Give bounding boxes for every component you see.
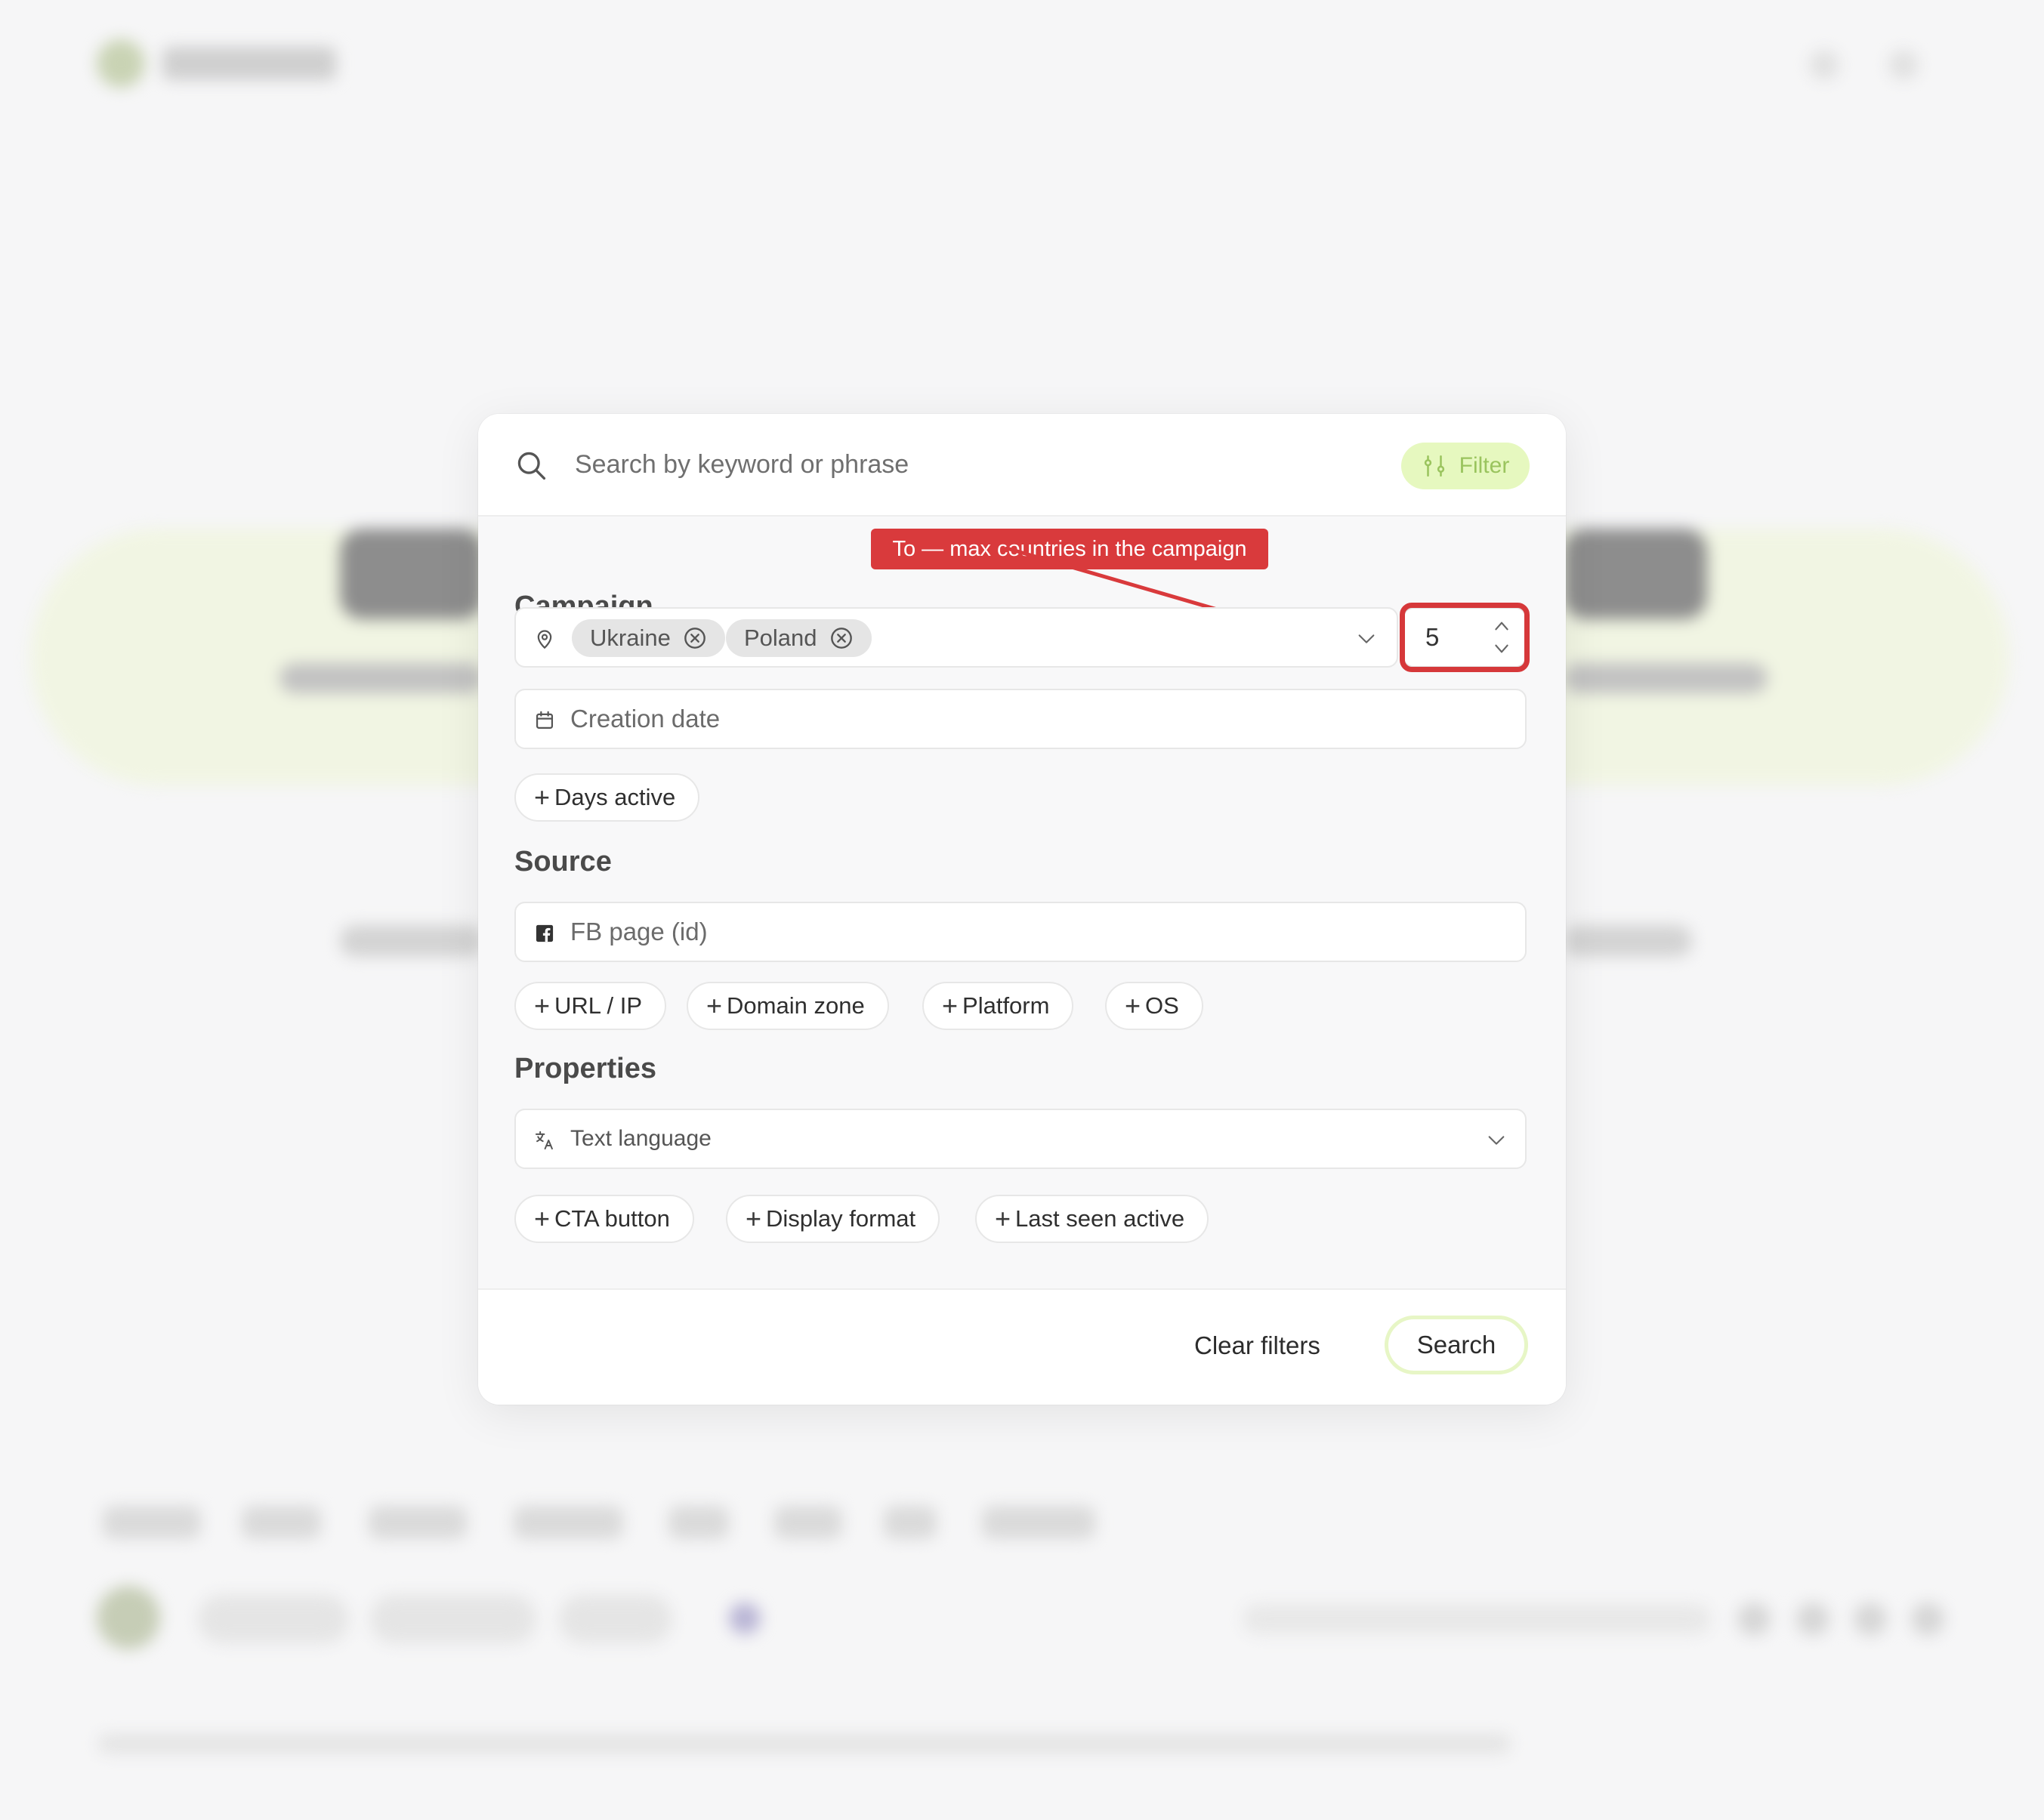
background-row xyxy=(1564,925,1692,957)
add-days-active-button[interactable]: + Days active xyxy=(514,773,700,822)
background-social-icon xyxy=(1796,1603,1829,1636)
add-display-format-button[interactable]: + Display format xyxy=(726,1195,940,1243)
country-chip-ukraine: Ukraine xyxy=(572,619,725,657)
plus-icon: + xyxy=(534,990,551,1021)
text-language-select[interactable]: Text language xyxy=(514,1109,1527,1169)
background-social-icon xyxy=(1737,1603,1771,1636)
add-filter-label: URL / IP xyxy=(554,992,643,1019)
background-nav-item xyxy=(668,1506,729,1539)
add-platform-button[interactable]: + Platform xyxy=(922,982,1074,1030)
background-nav-item xyxy=(369,1506,467,1539)
add-last-seen-active-button[interactable]: + Last seen active xyxy=(975,1195,1209,1243)
calendar-icon xyxy=(536,711,554,730)
plus-icon: + xyxy=(534,782,551,813)
plus-icon: + xyxy=(706,990,723,1021)
background-logo-icon xyxy=(97,39,145,88)
add-domain-zone-button[interactable]: + Domain zone xyxy=(687,982,889,1030)
close-circle-icon[interactable] xyxy=(683,626,707,650)
country-select[interactable]: Ukraine Poland xyxy=(514,607,1398,668)
sliders-icon xyxy=(1424,455,1444,477)
creation-date-placeholder: Creation date xyxy=(570,705,721,733)
fb-page-field[interactable]: FB page (id) xyxy=(514,902,1527,962)
plus-icon: + xyxy=(746,1203,762,1234)
background-footer-logo xyxy=(97,1586,160,1649)
background-nav-item xyxy=(884,1506,937,1539)
search-input[interactable] xyxy=(575,440,1338,489)
close-circle-icon[interactable] xyxy=(829,626,854,650)
add-os-button[interactable]: + OS xyxy=(1105,982,1203,1030)
background-nav-item xyxy=(982,1506,1095,1539)
annotation-highlight-box xyxy=(1400,603,1530,672)
plus-icon: + xyxy=(534,1203,551,1234)
fb-page-placeholder: FB page (id) xyxy=(570,918,708,945)
plus-icon: + xyxy=(942,990,959,1021)
properties-section-title: Properties xyxy=(514,1053,656,1084)
background-footer-text xyxy=(1243,1604,1711,1634)
background-nav-item xyxy=(774,1506,842,1539)
background-footer-button xyxy=(198,1595,349,1643)
modal-footer: Clear filters Search xyxy=(478,1288,1566,1405)
country-chip-poland: Poland xyxy=(726,619,872,657)
search-button[interactable]: Search xyxy=(1385,1316,1528,1374)
chevron-down-icon[interactable] xyxy=(1486,1130,1507,1151)
filter-button[interactable]: Filter xyxy=(1401,443,1530,489)
creation-date-field[interactable]: Creation date xyxy=(514,689,1527,749)
add-filter-label: CTA button xyxy=(554,1205,670,1232)
background-nav-item xyxy=(103,1506,201,1539)
background-header-icon xyxy=(1888,50,1919,80)
background-footer-disclaimer xyxy=(98,1734,1511,1754)
background-social-icon xyxy=(1911,1603,1944,1636)
map-pin-icon xyxy=(537,630,552,649)
translate-icon xyxy=(535,1131,553,1150)
plus-icon: + xyxy=(995,1203,1011,1234)
add-cta-button-button[interactable]: + CTA button xyxy=(514,1195,694,1243)
add-filter-label: Last seen active xyxy=(1015,1205,1185,1232)
text-language-placeholder: Text language xyxy=(570,1126,712,1151)
country-chip-label: Ukraine xyxy=(590,625,671,651)
background-footer-button xyxy=(370,1595,536,1643)
background-hero-title xyxy=(340,529,483,619)
search-bar: Filter xyxy=(478,414,1566,517)
search-filter-modal: Filter To — max countries in the campaig… xyxy=(478,414,1566,1405)
clear-filters-button[interactable]: Clear filters xyxy=(1194,1320,1320,1371)
filter-button-label: Filter xyxy=(1459,453,1510,478)
background-social-icon xyxy=(1854,1603,1887,1636)
add-filter-label: Days active xyxy=(554,784,676,810)
add-filter-label: Display format xyxy=(766,1205,916,1232)
background-logo-wordmark xyxy=(162,47,336,80)
chevron-down-icon[interactable] xyxy=(1356,628,1377,649)
annotation-callout: To — max countries in the campaign xyxy=(871,529,1268,569)
background-nav-item xyxy=(514,1506,623,1539)
country-chip-label: Poland xyxy=(744,625,817,651)
add-filter-label: Domain zone xyxy=(727,992,865,1019)
background-hero-title xyxy=(1564,529,1707,619)
add-url-ip-button[interactable]: + URL / IP xyxy=(514,982,667,1030)
source-section-title: Source xyxy=(514,846,612,878)
search-icon xyxy=(517,452,546,480)
background-nav-item xyxy=(242,1506,321,1539)
add-filter-label: OS xyxy=(1145,992,1179,1019)
background-row xyxy=(340,925,483,957)
plus-icon: + xyxy=(1125,990,1141,1021)
background-footer-button xyxy=(559,1595,672,1643)
facebook-icon xyxy=(536,924,554,942)
background-flag-icon xyxy=(729,1603,761,1634)
background-hero-subtitle xyxy=(1564,663,1768,693)
background-hero-subtitle xyxy=(279,663,483,693)
add-filter-label: Platform xyxy=(962,992,1050,1019)
background-header-icon xyxy=(1809,50,1839,80)
